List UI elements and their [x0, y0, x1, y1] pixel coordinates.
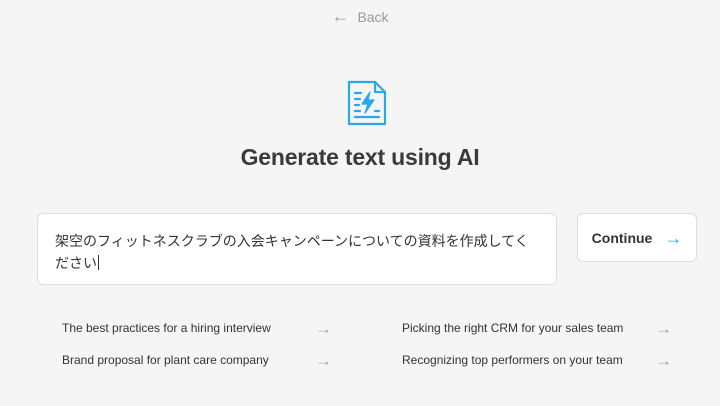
suggestion-item[interactable]: Picking the right CRM for your sales tea… — [402, 317, 674, 339]
continue-button[interactable]: Continue → — [577, 213, 697, 262]
arrow-right-icon: → — [664, 227, 683, 248]
page-title: Generate text using AI — [240, 144, 480, 170]
arrow-right-icon: → — [315, 318, 332, 338]
arrow-right-icon: → — [315, 350, 332, 370]
continue-label: Continue — [591, 229, 653, 246]
back-label: Back — [357, 9, 389, 25]
prompt-text: 架空のフィットネスクラブの入会キャンペーンについての資料を作成してください — [55, 234, 529, 272]
suggestion-label: Picking the right CRM for your sales tea… — [402, 321, 624, 335]
back-link[interactable]: ← Back — [0, 6, 720, 26]
document-lightning-icon — [347, 80, 387, 126]
suggestion-item[interactable]: The best practices for a hiring intervie… — [62, 317, 334, 339]
prompt-input[interactable]: 架空のフィットネスクラブの入会キャンペーンについての資料を作成してください — [37, 213, 557, 285]
suggestion-item[interactable]: Brand proposal for plant care company → — [62, 349, 334, 371]
suggestion-item[interactable]: Recognizing top performers on your team … — [402, 349, 674, 371]
suggestion-label: The best practices for a hiring intervie… — [62, 321, 271, 335]
text-caret — [98, 255, 99, 270]
suggestion-label: Recognizing top performers on your team — [402, 353, 623, 367]
arrow-right-icon: → — [655, 318, 672, 338]
arrow-left-icon: ← — [331, 6, 350, 26]
arrow-right-icon: → — [655, 350, 672, 370]
suggestion-label: Brand proposal for plant care company — [62, 353, 269, 367]
